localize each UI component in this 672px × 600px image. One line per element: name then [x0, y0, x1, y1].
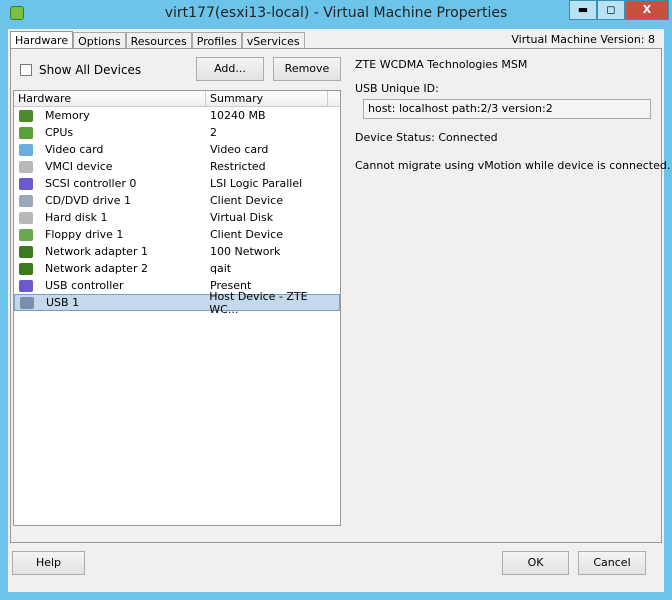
- summary-cell: Virtual Disk: [210, 211, 274, 224]
- hardware-name: Floppy drive 1: [45, 228, 124, 241]
- tab-resources[interactable]: Resources: [125, 32, 192, 49]
- hardware-name: CPUs: [45, 126, 74, 139]
- device-status: Device Status: Connected: [355, 131, 498, 144]
- tab-options[interactable]: Options: [73, 32, 126, 49]
- dialog-body: Hardware Options Resources Profiles vSer…: [8, 29, 670, 592]
- hardware-name: Network adapter 1: [45, 245, 148, 258]
- usb-uid-field[interactable]: host: localhost path:2/3 version:2: [363, 99, 651, 119]
- hardware-name: VMCI device: [45, 160, 113, 173]
- summary-cell: LSI Logic Parallel: [210, 177, 303, 190]
- summary-cell: 2: [210, 126, 217, 139]
- maximize-button[interactable]: ◻: [597, 0, 625, 20]
- hardware-cell: USB 1: [15, 296, 209, 309]
- hardware-cell: Memory: [14, 109, 210, 122]
- summary-cell: Client Device: [210, 228, 283, 241]
- hardware-cell: SCSI controller 0: [14, 177, 210, 190]
- hardware-cell: Floppy drive 1: [14, 228, 210, 241]
- table-row[interactable]: Floppy drive 1 Client Device: [14, 226, 340, 243]
- summary-cell: qait: [210, 262, 232, 275]
- ok-button[interactable]: OK: [502, 551, 569, 575]
- table-row[interactable]: Hard disk 1 Virtual Disk: [14, 209, 340, 226]
- hardware-cell: Network adapter 1: [14, 245, 210, 258]
- hardware-name: SCSI controller 0: [45, 177, 137, 190]
- cancel-button[interactable]: Cancel: [578, 551, 646, 575]
- summary-cell: Client Device: [210, 194, 283, 207]
- cd-icon: [19, 194, 33, 207]
- hardware-name: Network adapter 2: [45, 262, 148, 275]
- minimize-button[interactable]: ▬: [569, 0, 597, 20]
- checkbox-box[interactable]: [20, 64, 32, 76]
- table-row[interactable]: CD/DVD drive 1 Client Device: [14, 192, 340, 209]
- floppy-icon: [19, 228, 33, 241]
- vm-version: Virtual Machine Version: 8: [511, 33, 655, 46]
- summary-cell: 100 Network: [210, 245, 281, 258]
- summary-cell: Restricted: [210, 160, 266, 173]
- column-summary[interactable]: Summary: [206, 91, 328, 106]
- cpu-icon: [19, 126, 33, 139]
- hardware-name: CD/DVD drive 1: [45, 194, 131, 207]
- hardware-cell: USB controller: [14, 279, 210, 292]
- table-row[interactable]: VMCI device Restricted: [14, 158, 340, 175]
- show-all-devices-label: Show All Devices: [39, 63, 142, 77]
- tab-vservices[interactable]: vServices: [241, 32, 305, 49]
- hardware-list[interactable]: Hardware Summary Memory 10240 MB CPUs 2 Vide…: [13, 90, 341, 526]
- scsi-icon: [19, 177, 33, 190]
- vmci-icon: [19, 160, 33, 173]
- table-row[interactable]: SCSI controller 0 LSI Logic Parallel: [14, 175, 340, 192]
- summary-cell: 10240 MB: [210, 109, 266, 122]
- hardware-cell: Video card: [14, 143, 210, 156]
- memory-icon: [19, 109, 33, 122]
- usb-icon: [20, 296, 34, 309]
- hardware-cell: Hard disk 1: [14, 211, 210, 224]
- network-icon: [19, 245, 33, 258]
- vmotion-note: Cannot migrate using vMotion while devic…: [355, 159, 671, 172]
- remove-button[interactable]: Remove: [273, 57, 341, 81]
- disk-icon: [19, 211, 33, 224]
- hardware-name: Video card: [45, 143, 104, 156]
- hardware-panel: Show All Devices Add... Remove Hardware …: [10, 48, 670, 543]
- usb-uid-label: USB Unique ID:: [355, 82, 439, 95]
- hardware-cell: Network adapter 2: [14, 262, 210, 275]
- tab-profiles[interactable]: Profiles: [191, 32, 242, 49]
- hardware-cell: CD/DVD drive 1: [14, 194, 210, 207]
- table-row[interactable]: Network adapter 2 qait: [14, 260, 340, 277]
- hardware-name: Memory: [45, 109, 90, 122]
- table-row[interactable]: CPUs 2: [14, 124, 340, 141]
- hardware-cell: CPUs: [14, 126, 210, 139]
- hardware-name: Hard disk 1: [45, 211, 108, 224]
- device-name: ZTE WCDMA Technologies MSM: [355, 58, 528, 71]
- monitor-icon: [19, 143, 33, 156]
- usb-controller-icon: [19, 279, 33, 292]
- title-bar[interactable]: virt177(esxi13-local) - Virtual Machine …: [0, 0, 672, 28]
- summary-cell: Video card: [210, 143, 269, 156]
- tab-strip: Hardware Options Resources Profiles vSer…: [10, 31, 305, 50]
- list-header: Hardware Summary: [14, 91, 340, 107]
- window: virt177(esxi13-local) - Virtual Machine …: [0, 0, 672, 600]
- table-row[interactable]: Memory 10240 MB: [14, 107, 340, 124]
- add-button[interactable]: Add...: [196, 57, 264, 81]
- hardware-cell: VMCI device: [14, 160, 210, 173]
- show-all-devices-checkbox[interactable]: Show All Devices: [20, 63, 141, 77]
- hardware-name: USB 1: [46, 296, 80, 309]
- table-row[interactable]: Video card Video card: [14, 141, 340, 158]
- summary-cell: Host Device - ZTE WC...: [209, 289, 308, 316]
- table-row[interactable]: USB 1 Host Device - ZTE WC...: [14, 290, 340, 316]
- column-hardware[interactable]: Hardware: [14, 91, 206, 106]
- table-row[interactable]: Network adapter 1 100 Network: [14, 243, 340, 260]
- hardware-name: USB controller: [45, 279, 124, 292]
- help-button[interactable]: Help: [12, 551, 85, 575]
- network-icon: [19, 262, 33, 275]
- close-button[interactable]: X: [625, 0, 669, 20]
